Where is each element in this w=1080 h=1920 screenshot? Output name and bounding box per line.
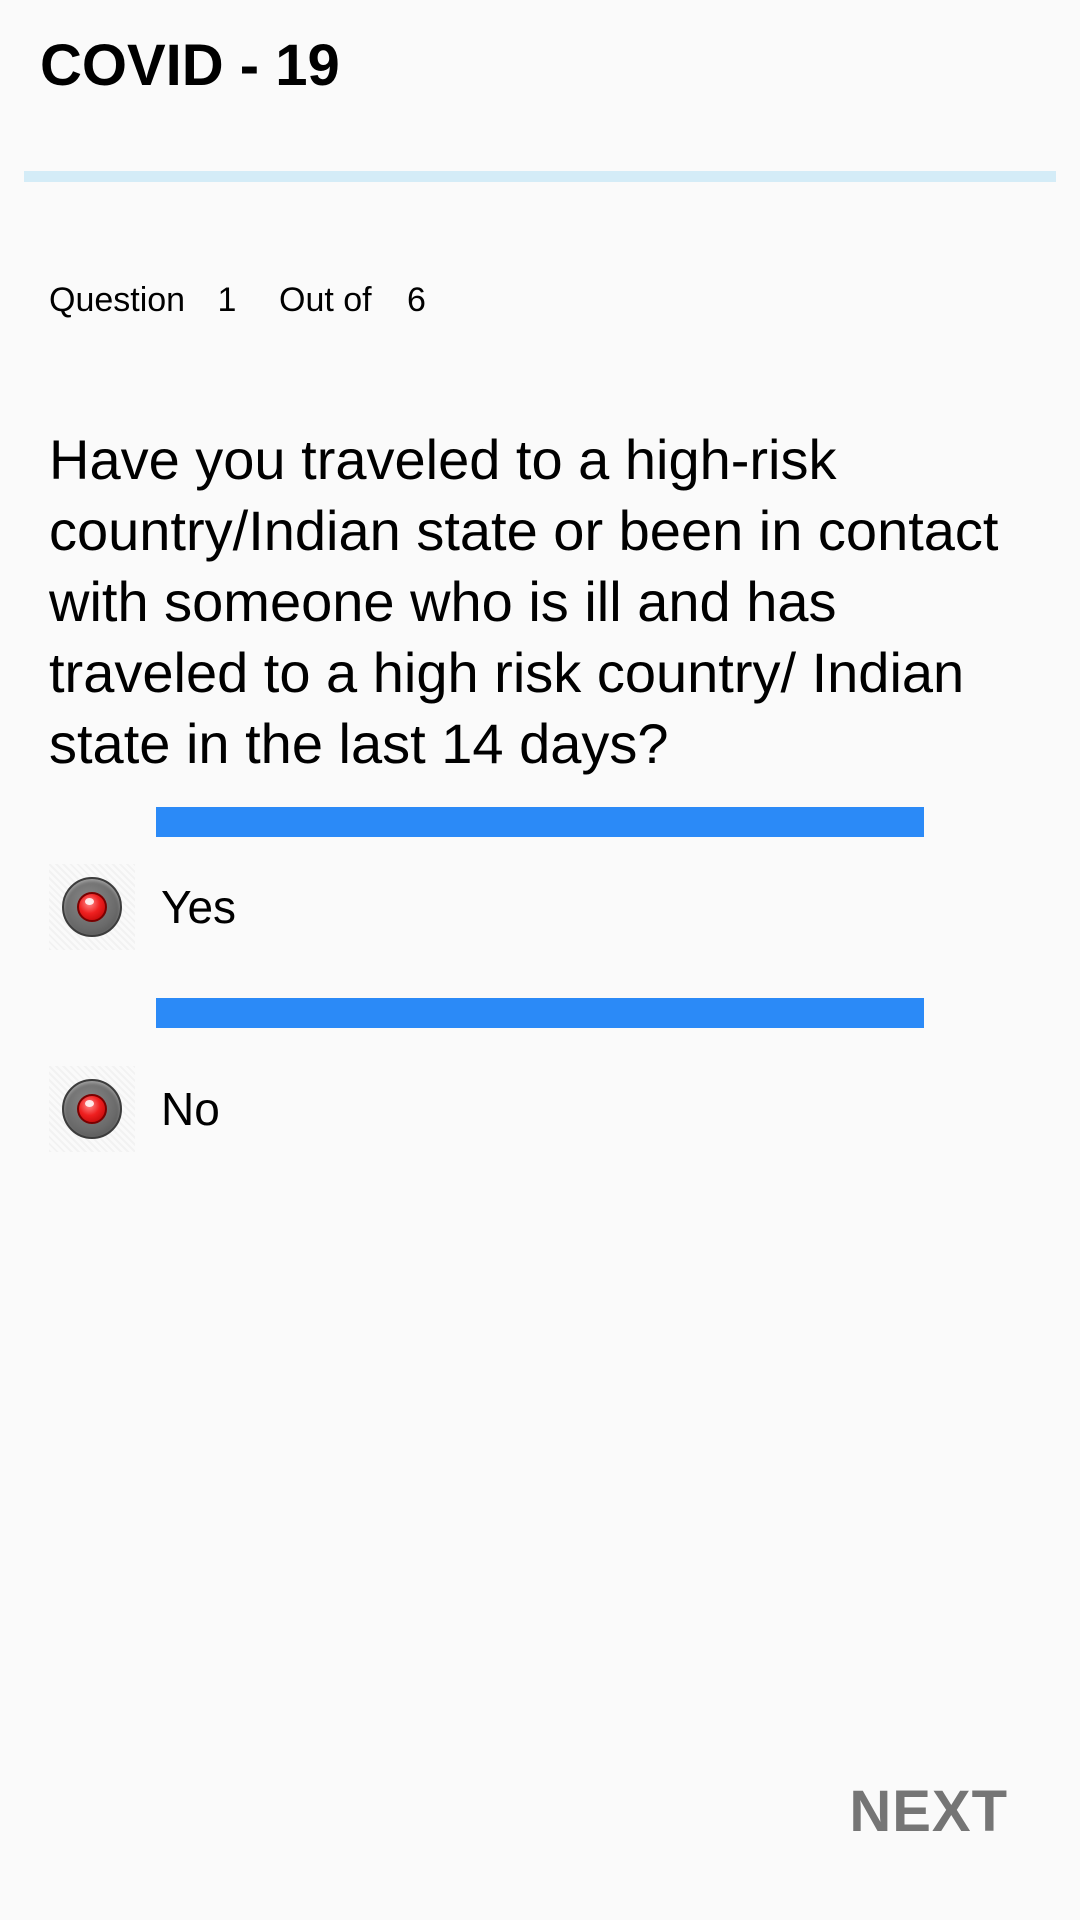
option-label: No bbox=[161, 1083, 220, 1135]
page-title: COVID - 19 bbox=[40, 33, 340, 98]
option-label: Yes bbox=[161, 881, 237, 933]
option-divider-bar bbox=[156, 998, 924, 1028]
radio-button-icon bbox=[62, 1079, 122, 1139]
out-of-label: Out of bbox=[279, 281, 372, 319]
title-divider bbox=[24, 171, 1056, 182]
option-no[interactable]: No bbox=[49, 1066, 949, 1152]
question-number: 1 bbox=[217, 281, 237, 319]
next-button[interactable]: NEXT bbox=[849, 1777, 1008, 1847]
question-text: Have you traveled to a high-risk country… bbox=[49, 428, 999, 775]
option-divider-bar bbox=[156, 807, 924, 837]
radio-button-icon bbox=[62, 877, 122, 937]
radio-button[interactable] bbox=[49, 864, 135, 950]
option-yes[interactable]: Yes bbox=[49, 864, 949, 950]
question-label: Question bbox=[49, 281, 186, 319]
radio-button[interactable] bbox=[49, 1066, 135, 1152]
question-counter: Question 1 Out of 6 bbox=[49, 278, 426, 322]
question-total: 6 bbox=[407, 281, 426, 319]
